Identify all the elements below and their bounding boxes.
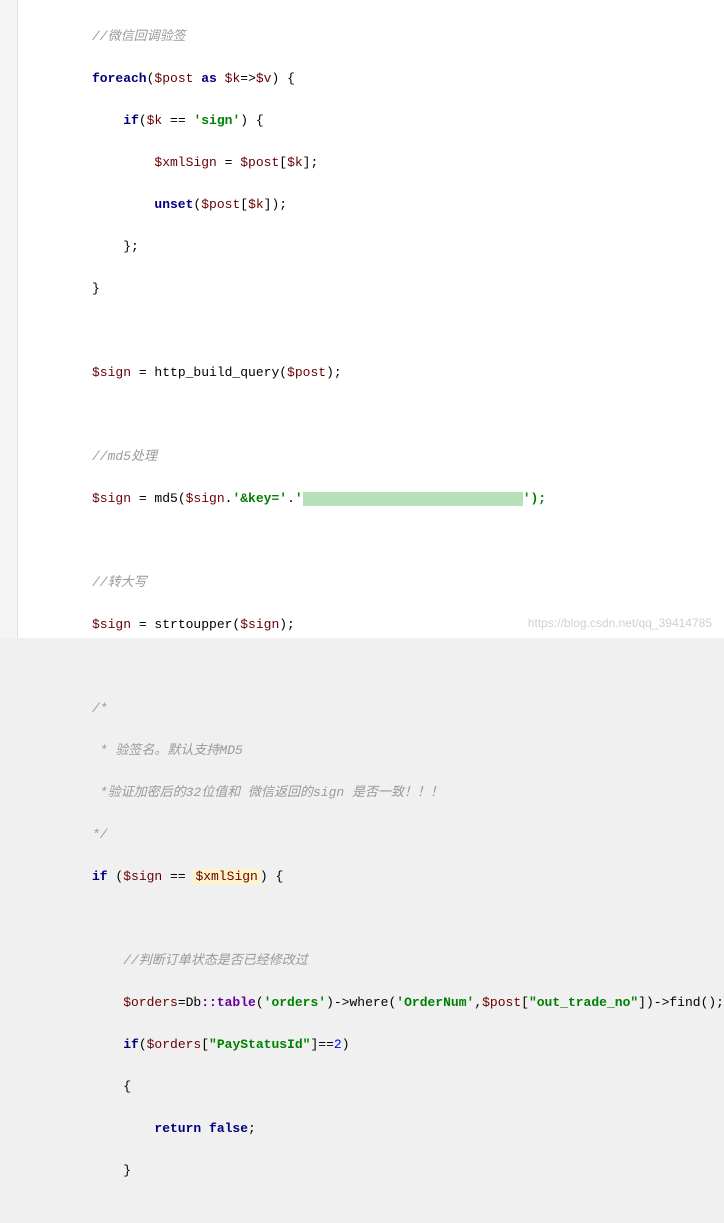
variable: $sign [92, 617, 131, 632]
variable: $sign [123, 869, 162, 884]
string-literal: '&key=' [232, 491, 287, 506]
code-line: if ($sign == $xmlSign) { [30, 866, 724, 887]
variable: $post [482, 995, 521, 1010]
variable: $orders [123, 995, 178, 1010]
code-line [30, 404, 724, 425]
keyword: if [123, 113, 139, 128]
variable: $post [240, 155, 279, 170]
variable: $post [201, 197, 240, 212]
code-line: /* [30, 698, 724, 719]
code-line [30, 320, 724, 341]
variable: $xmlSign [154, 155, 216, 170]
variable: $sign [92, 491, 131, 506]
string-literal: "PayStatusId" [209, 1037, 310, 1052]
comment-text: *验证加密后的32位值和 微信返回的sign 是否一致！！！ [92, 785, 443, 800]
variable: $sign [92, 365, 131, 380]
code-line: //微信回调验签 [30, 26, 724, 47]
code-line: //md5处理 [30, 446, 724, 467]
variable: $post [154, 71, 193, 86]
keyword: return false [154, 1121, 248, 1136]
code-line: } [30, 278, 724, 299]
variable: $post [287, 365, 326, 380]
code-line: } [30, 1160, 724, 1181]
static-operator: :: [201, 995, 217, 1010]
code-line: return false; [30, 1118, 724, 1139]
code-line: }; [30, 236, 724, 257]
comment-block: */ [92, 827, 108, 842]
variable: $k [248, 197, 264, 212]
code-editor: − − − − − − − − //微信回调验签 foreach($post a… [0, 0, 724, 638]
code-line [30, 656, 724, 677]
keyword: as [193, 71, 224, 86]
comment-text: //md5处理 [92, 449, 157, 464]
variable: $k [147, 113, 163, 128]
code-line: { [30, 1076, 724, 1097]
code-line: $sign = http_build_query($post); [30, 362, 724, 383]
variable: $v [256, 71, 272, 86]
comment-block: /* [92, 701, 108, 716]
code-line: */ [30, 824, 724, 845]
string-literal: 'OrderNum' [396, 995, 474, 1010]
code-line [30, 908, 724, 929]
code-line: unset($post[$k]); [30, 194, 724, 215]
comment-text: * 验签名。默认支持MD5 [92, 743, 243, 758]
code-line: foreach($post as $k=>$v) { [30, 68, 724, 89]
keyword: foreach [92, 71, 147, 86]
method: table [217, 995, 256, 1010]
string-literal: 'orders' [264, 995, 326, 1010]
code-line: //转大写 [30, 572, 724, 593]
string-literal: "out_trade_no" [529, 995, 638, 1010]
code-content[interactable]: //微信回调验签 foreach($post as $k=>$v) { if($… [18, 0, 724, 638]
code-line: if($k == 'sign') { [30, 110, 724, 131]
code-line [30, 530, 724, 551]
comment-text: //判断订单状态是否已经修改过 [123, 953, 308, 968]
code-line: $xmlSign = $post[$k]; [30, 152, 724, 173]
variable-highlighted: $xmlSign [193, 869, 259, 884]
variable: $sign [240, 617, 279, 632]
code-line: if($orders["PayStatusId"]==2) [30, 1034, 724, 1055]
keyword: unset [154, 197, 193, 212]
variable: $sign [186, 491, 225, 506]
editor-gutter: − − − − − − − − [0, 0, 18, 638]
number-literal: 2 [334, 1037, 342, 1052]
string-literal: 'sign' [193, 113, 240, 128]
watermark-text: https://blog.csdn.net/qq_39414785 [528, 616, 712, 630]
comment-text: //微信回调验签 [92, 29, 186, 44]
variable: $k [225, 71, 241, 86]
code-line: *验证加密后的32位值和 微信返回的sign 是否一致！！！ [30, 782, 724, 803]
variable: $k [287, 155, 303, 170]
variable: $orders [147, 1037, 202, 1052]
redacted-content [303, 492, 523, 506]
keyword: if [92, 869, 108, 884]
code-line: $sign = md5($sign.'&key='.''); [30, 488, 724, 509]
code-line: $orders=Db::table('orders')->where('Orde… [30, 992, 724, 1013]
code-line: * 验签名。默认支持MD5 [30, 740, 724, 761]
keyword: if [123, 1037, 139, 1052]
comment-text: //转大写 [92, 575, 147, 590]
code-line: //判断订单状态是否已经修改过 [30, 950, 724, 971]
